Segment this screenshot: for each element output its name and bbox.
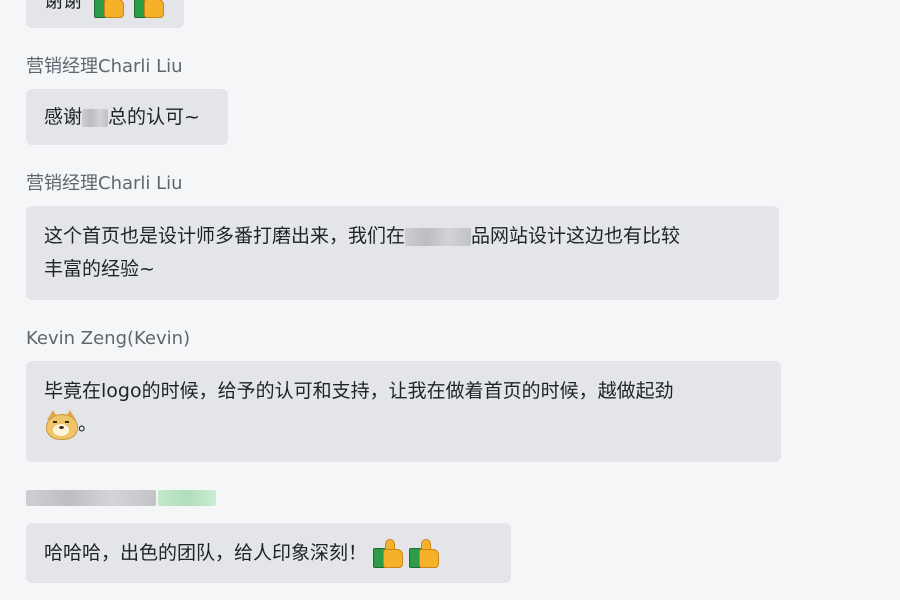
chat-message: 哈哈哈，出色的团队，给人印象深刻！ [26, 487, 511, 583]
chat-message: 营销经理Charli Liu 感谢 总的认可~ [26, 55, 228, 145]
message-text: 总的认可~ [108, 106, 200, 128]
redacted-sender-name [26, 487, 511, 511]
message-text: 谢谢 [44, 0, 83, 12]
message-bubble: 谢谢 [26, 0, 184, 28]
redacted-name [82, 108, 109, 127]
sender-name: 营销经理Charli Liu [26, 173, 183, 194]
thumbs-up-icon [371, 538, 404, 570]
chat-message: Kevin Zeng(Kevin) 毕竟在logo的时候，给予的认可和支持，让我… [26, 327, 781, 462]
thumbs-up-icon [132, 0, 164, 20]
sender-name: 营销经理Charli Liu [26, 56, 183, 77]
sender-name: Kevin Zeng(Kevin) [26, 328, 191, 349]
thumbs-up-icon [407, 538, 440, 570]
message-bubble: 毕竟在logo的时候，给予的认可和支持，让我在做着首页的时候，越做起劲 。 [26, 361, 781, 462]
message-text: 毕竟在logo的时候，给予的认可和支持，让我在做着首页的时候，越做起劲 [44, 380, 674, 402]
message-text: 感谢 [44, 106, 83, 128]
thumbs-up-icon [92, 0, 124, 20]
chat-message: 营销经理Charli Liu 这个首页也是设计师多番打磨出来，我们在 品网站设计这… [26, 172, 779, 300]
message-bubble: 哈哈哈，出色的团队，给人印象深刻！ [26, 523, 511, 583]
message-text: 品网站设计这边也有比较 [471, 225, 681, 247]
message-text: 。 [78, 413, 98, 435]
chat-message: 谢谢 [26, 0, 184, 28]
message-text: 哈哈哈，出色的团队，给人印象深刻！ [44, 542, 368, 564]
redacted-name [405, 227, 472, 246]
message-bubble: 感谢 总的认可~ [26, 89, 228, 145]
message-text: 丰富的经验~ [44, 258, 155, 280]
message-bubble: 这个首页也是设计师多番打磨出来，我们在 品网站设计这边也有比较 丰富的经验~ [26, 206, 779, 300]
doge-icon [44, 409, 78, 440]
message-text: 这个首页也是设计师多番打磨出来，我们在 [44, 225, 406, 247]
